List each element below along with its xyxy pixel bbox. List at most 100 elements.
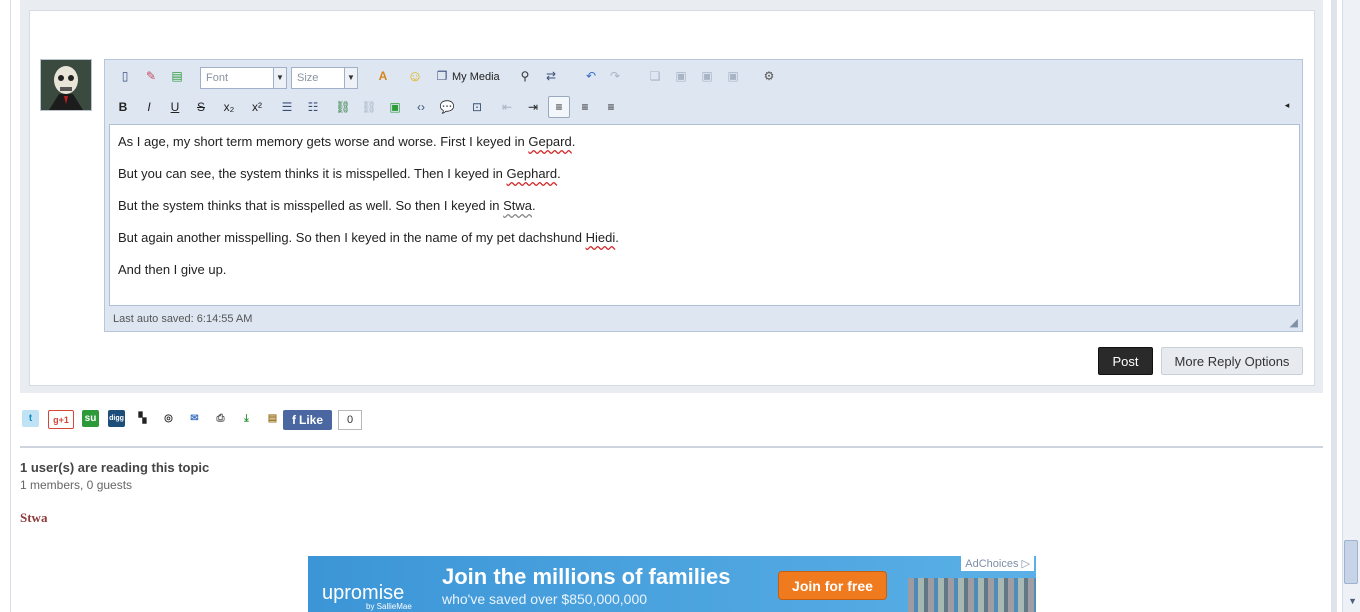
strikethrough-icon[interactable]: S (191, 97, 211, 117)
digg-icon[interactable]: digg (108, 410, 125, 427)
toolbar-row-1: ▯ ✎ ▤ Font ▼ Size ▼ A ☺ ❐ My Media ⚲ ⇄ ↶… (105, 62, 1302, 90)
rich-text-editor: ▯ ✎ ▤ Font ▼ Size ▼ A ☺ ❐ My Media ⚲ ⇄ ↶… (104, 59, 1303, 332)
paste-icon[interactable]: ▣ (671, 66, 691, 86)
editor-line: And then I give up. (118, 262, 226, 277)
paste-word-icon[interactable]: ▣ (723, 66, 743, 86)
superscript-icon[interactable]: x² (247, 97, 267, 117)
toolbar-row-2: B I U S x₂ x² ☰ ☷ ⛓ ⛓ ▣ ‹› 💬 ⊡ ⇤ ⇥ ≡ ≡ ≡… (105, 93, 1302, 121)
line-text: But you can see, the system thinks it is… (118, 166, 507, 181)
align-right-icon[interactable]: ≡ (601, 97, 621, 117)
more-reply-options-button[interactable]: More Reply Options (1161, 347, 1303, 375)
facebook-like-count: 0 (338, 410, 362, 430)
eraser-icon[interactable]: ✎ (141, 66, 161, 86)
outdent-icon[interactable]: ⇤ (497, 97, 517, 117)
twitter-icon[interactable]: t (22, 410, 39, 427)
user-avatar (40, 59, 92, 111)
line-text: And then I give up. (118, 262, 227, 277)
subscript-icon[interactable]: x₂ (219, 97, 239, 117)
quote-icon[interactable]: 💬 (437, 97, 457, 117)
resize-grip-icon[interactable]: ◢ (1290, 316, 1298, 329)
page-right-border (1331, 0, 1337, 612)
misspelled-word[interactable]: Stwa (503, 198, 532, 213)
scrollbar-thumb[interactable] (1344, 540, 1358, 584)
italic-icon[interactable]: I (139, 97, 159, 117)
editor-text-area[interactable]: As I age, my short term memory gets wors… (109, 124, 1300, 306)
misspelled-word[interactable]: Gephard (507, 166, 558, 181)
bookmark-icon[interactable]: ▤ (264, 410, 281, 427)
link-icon[interactable]: ⛓ (333, 97, 353, 117)
ad-logo-sub: by SallieMae (366, 602, 412, 611)
undo-icon[interactable]: ↶ (581, 66, 601, 86)
scroll-down-arrow-icon[interactable]: ▼ (1348, 596, 1357, 606)
facebook-like-button[interactable]: f Like (283, 410, 332, 430)
section-divider (20, 446, 1323, 448)
my-media-icon[interactable]: ❐ (432, 66, 452, 86)
align-center-icon[interactable]: ≡ (575, 97, 595, 117)
align-left-icon[interactable]: ≡ (548, 96, 570, 118)
misspelled-word[interactable]: Hiedi (586, 230, 616, 245)
page-left-edge (0, 0, 11, 612)
reddit-icon[interactable]: ◎ (160, 410, 177, 427)
delicious-icon[interactable]: ▚ (134, 410, 151, 427)
post-button[interactable]: Post (1098, 347, 1153, 375)
adchoices-icon: ▷ (1021, 558, 1030, 570)
adchoices-link[interactable]: AdChoices ▷ (961, 556, 1034, 571)
find-icon[interactable]: ⚲ (515, 66, 535, 86)
facebook-like-label: Like (298, 413, 323, 427)
ad-crowd-image (908, 578, 1036, 612)
line-text: As I age, my short term memory gets wors… (118, 134, 529, 149)
font-select[interactable]: Font ▼ (200, 67, 287, 89)
line-text-end: . (532, 198, 536, 213)
bullet-list-icon[interactable]: ☰ (277, 97, 297, 117)
copy-icon[interactable]: ❏ (645, 66, 665, 86)
unlink-icon[interactable]: ⛓ (359, 97, 379, 117)
indent-icon[interactable]: ⇥ (523, 97, 543, 117)
line-text-end: . (615, 230, 619, 245)
vertical-scrollbar[interactable]: ▼ (1342, 0, 1360, 612)
facebook-icon: f (291, 413, 296, 427)
google-plus-icon[interactable]: g+1 (48, 410, 74, 429)
editor-line: As I age, my short term memory gets wors… (118, 134, 575, 149)
readers-subtitle: 1 members, 0 guests (20, 478, 133, 492)
chevron-down-icon: ▼ (273, 68, 286, 88)
line-text-end: . (571, 134, 576, 149)
settings-icon[interactable]: ⚙ (759, 66, 779, 86)
ad-subline: who've saved over $850,000,000 (442, 591, 648, 607)
line-text: But again another misspelling. So then I… (118, 230, 586, 245)
size-select[interactable]: Size ▼ (291, 67, 358, 89)
autosave-status: Last auto saved: 6:14:55 AM (113, 313, 253, 325)
line-text: But the system thinks that is misspelled… (118, 198, 504, 213)
source-icon[interactable]: ▯ (115, 66, 135, 86)
editor-line: But you can see, the system thinks it is… (118, 166, 561, 181)
bold-icon[interactable]: B (113, 97, 133, 117)
ad-headline: Join the millions of families (442, 564, 731, 589)
print-icon[interactable]: ⎙ (212, 410, 229, 427)
insert-table-icon[interactable]: ▤ (167, 66, 187, 86)
adchoices-label: AdChoices (965, 558, 1019, 570)
ad-cta-button[interactable]: Join for free (778, 571, 887, 600)
readers-title: 1 user(s) are reading this topic (20, 460, 210, 475)
underline-icon[interactable]: U (165, 97, 185, 117)
numbered-list-icon[interactable]: ☷ (303, 97, 323, 117)
image-icon[interactable]: ▣ (385, 97, 405, 117)
stumbleupon-icon[interactable]: su (82, 410, 99, 427)
reader-name-link[interactable]: Stwa (20, 510, 47, 526)
size-select-label: Size (297, 72, 319, 84)
paste-text-icon[interactable]: ▣ (697, 66, 717, 86)
text-color-icon[interactable]: A (373, 66, 393, 86)
misspelled-word[interactable]: Gepard (528, 134, 571, 149)
emoticon-icon[interactable]: ☺ (405, 66, 425, 86)
editor-line: But the system thinks that is misspelled… (118, 198, 536, 213)
advertisement-banner[interactable]: upromise by SallieMae Join the millions … (308, 556, 1036, 612)
redo-icon[interactable]: ↷ (605, 66, 625, 86)
chevron-down-icon: ▼ (344, 68, 357, 88)
my-media-label[interactable]: My Media (452, 71, 500, 83)
collapse-toolbar-icon[interactable]: ◂ (1277, 95, 1297, 115)
code-icon[interactable]: ‹› (411, 97, 431, 117)
replace-icon[interactable]: ⇄ (541, 66, 561, 86)
download-icon[interactable]: ⤓ (238, 410, 255, 427)
editor-line: But again another misspelling. So then I… (118, 230, 619, 245)
font-select-label: Font (206, 72, 229, 84)
spoiler-icon[interactable]: ⊡ (467, 97, 487, 117)
email-icon[interactable]: ✉ (186, 410, 203, 427)
